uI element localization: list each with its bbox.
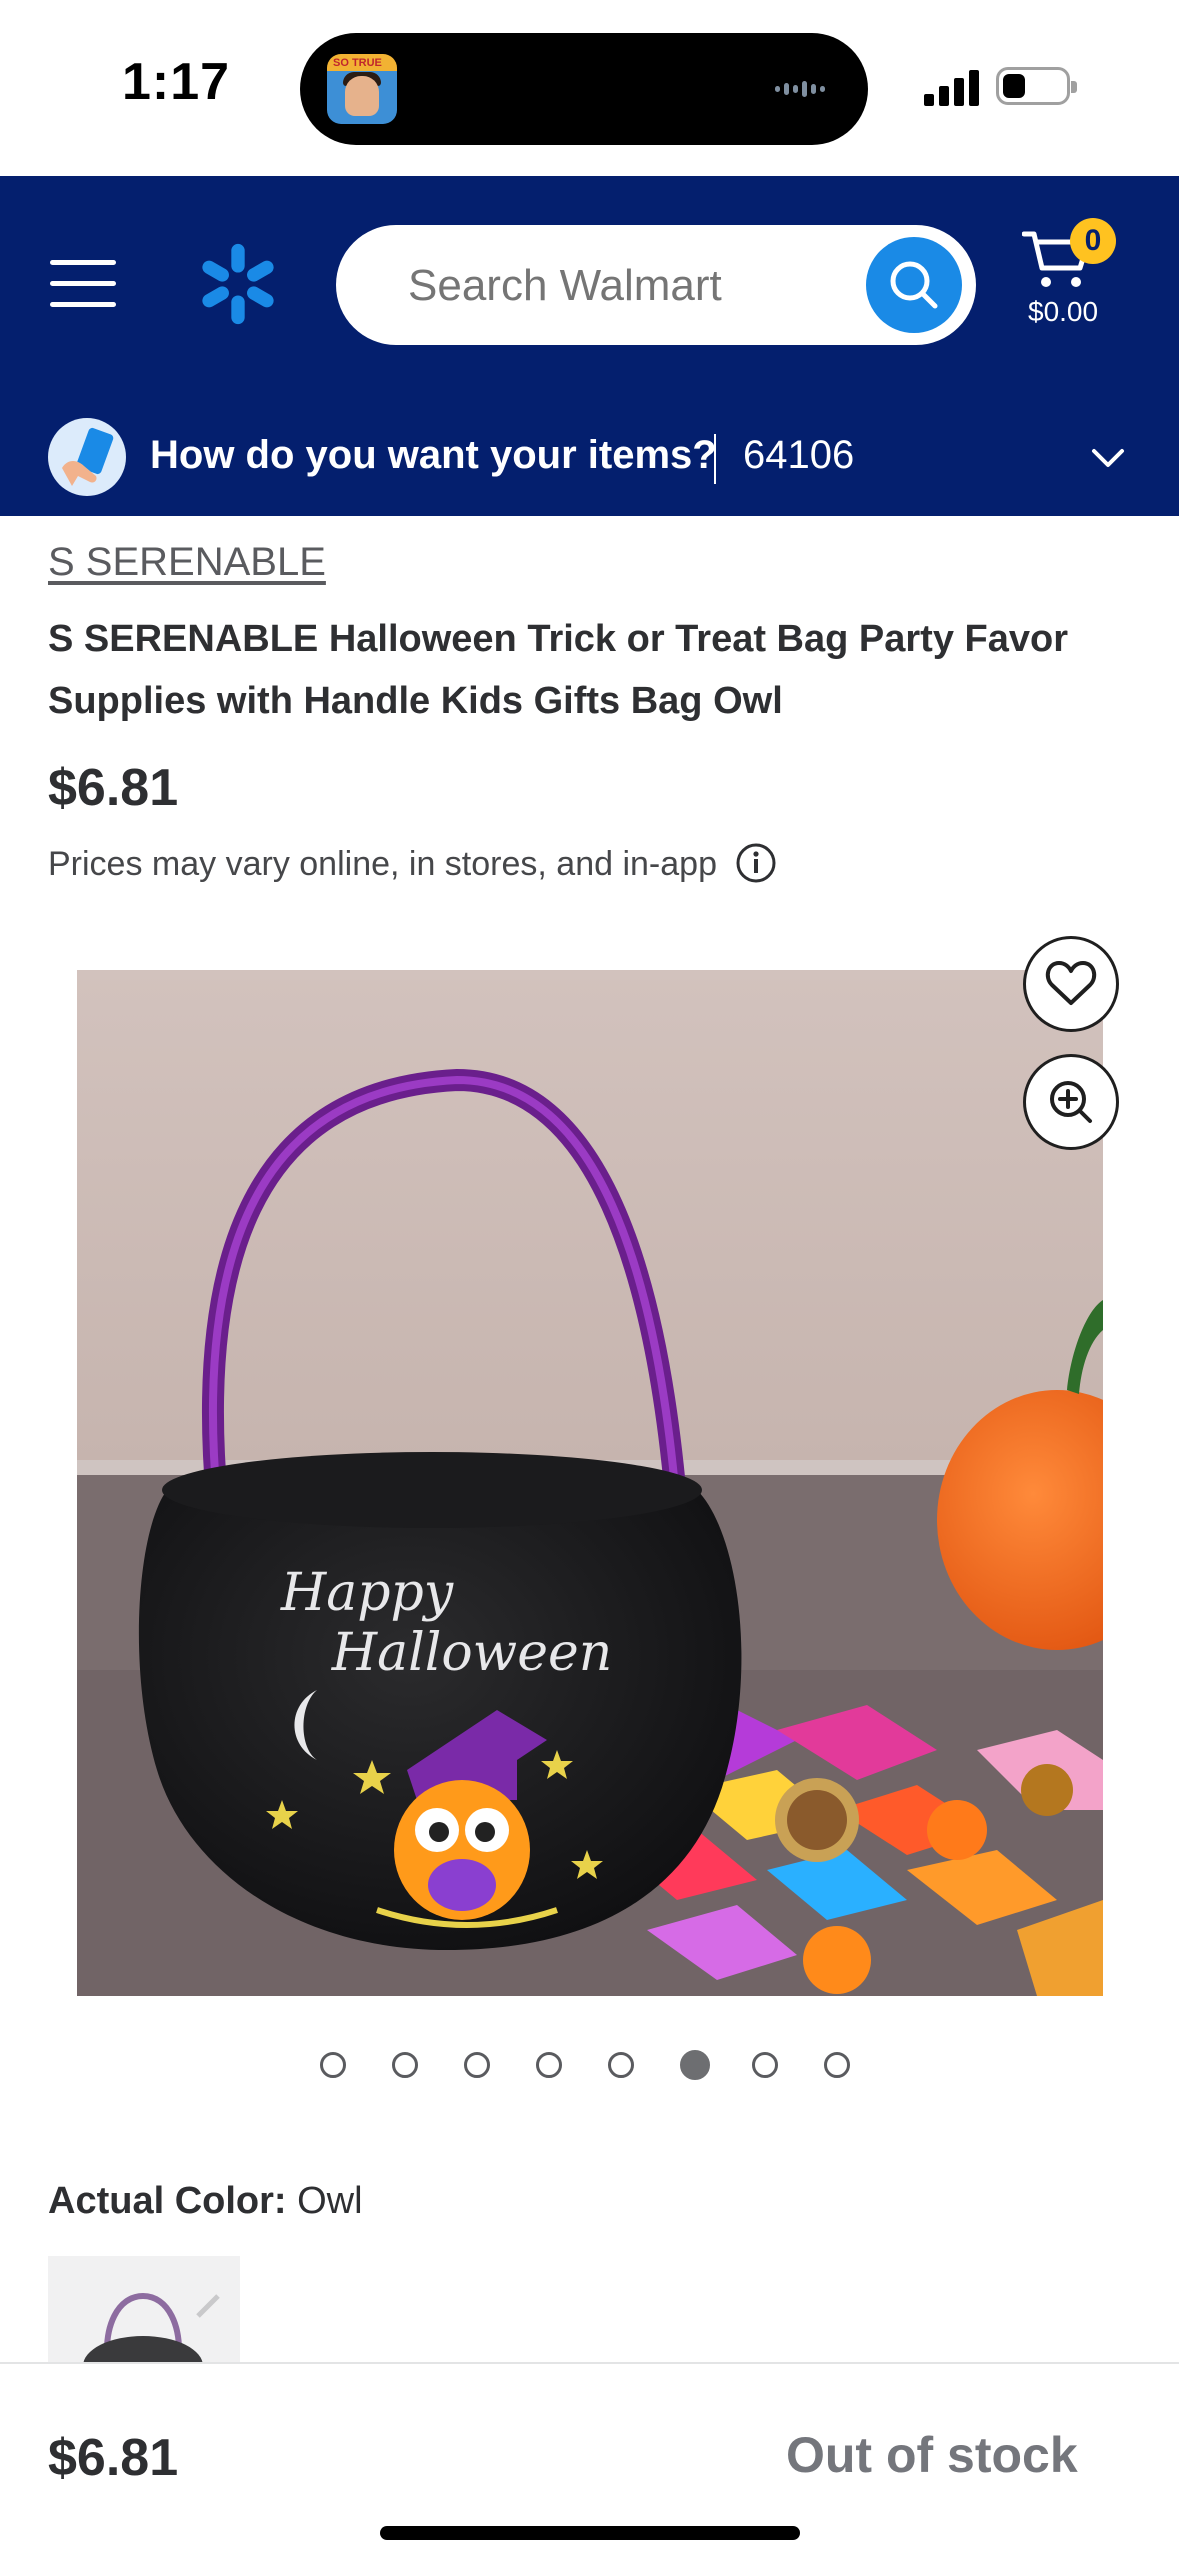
info-icon[interactable] <box>735 842 777 884</box>
gallery-dot[interactable] <box>320 2052 346 2078</box>
status-bar: 1:17 SO TRUE <box>0 0 1179 176</box>
product-price: $6.81 <box>48 759 179 817</box>
favorite-button[interactable] <box>1023 936 1119 1032</box>
brand-link[interactable]: S SERENABLE <box>48 540 326 585</box>
gallery-dot[interactable] <box>824 2052 850 2078</box>
color-label-title: Actual Color: <box>48 2180 287 2222</box>
footer-bar: $6.81 Out of stock <box>0 2362 1179 2556</box>
gallery-dot[interactable] <box>392 2052 418 2078</box>
bag-text-line1: Happy <box>280 1563 454 1623</box>
signal-icon <box>924 70 980 106</box>
battery-icon <box>996 67 1077 105</box>
out-of-stock-button[interactable]: Out of stock <box>786 2426 1078 2484</box>
gallery-dot[interactable] <box>464 2052 490 2078</box>
gallery-dot[interactable] <box>536 2052 562 2078</box>
price-disclaimer: Prices may vary online, in stores, and i… <box>48 845 717 883</box>
delivery-zip: 64106 <box>743 433 855 477</box>
audio-wave-icon <box>775 80 839 100</box>
home-indicator[interactable] <box>380 2526 800 2540</box>
product-image[interactable]: Happy Halloween <box>77 970 1103 1996</box>
status-time: 1:17 <box>122 53 231 111</box>
search-icon <box>890 261 938 309</box>
live-activity-thumbnail-icon[interactable]: SO TRUE <box>327 54 397 124</box>
gallery-dot[interactable] <box>608 2052 634 2078</box>
bag-text-line2: Halloween <box>331 1623 612 1683</box>
delivery-prompt: How do you want your items? <box>150 433 717 477</box>
gallery-dot[interactable] <box>680 2050 710 2080</box>
delivery-selector[interactable]: How do you want your items? 64106 <box>0 406 1179 516</box>
footer-price: $6.81 <box>48 2429 179 2487</box>
color-label: Actual Color: Owl <box>48 2180 363 2223</box>
chevron-down-icon <box>1092 449 1124 467</box>
delivery-divider <box>714 434 716 484</box>
search-button[interactable] <box>866 237 962 333</box>
gallery-dot[interactable] <box>752 2052 778 2078</box>
cart-count-badge: 0 <box>1070 218 1116 264</box>
menu-icon[interactable] <box>50 256 116 312</box>
color-label-value: Owl <box>297 2180 363 2222</box>
walmart-spark-icon[interactable] <box>196 240 280 328</box>
delivery-phone-icon <box>48 418 126 496</box>
zoom-button[interactable] <box>1023 1054 1119 1150</box>
search-input[interactable] <box>408 261 808 311</box>
heart-icon <box>1045 961 1097 1005</box>
product-title: S SERENABLE Halloween Trick or Treat Bag… <box>48 618 1068 722</box>
search-bar[interactable] <box>336 225 976 345</box>
zoom-in-icon <box>1050 1081 1092 1123</box>
color-swatch-owl[interactable] <box>48 2256 240 2366</box>
cart-total: $0.00 <box>1028 296 1099 327</box>
